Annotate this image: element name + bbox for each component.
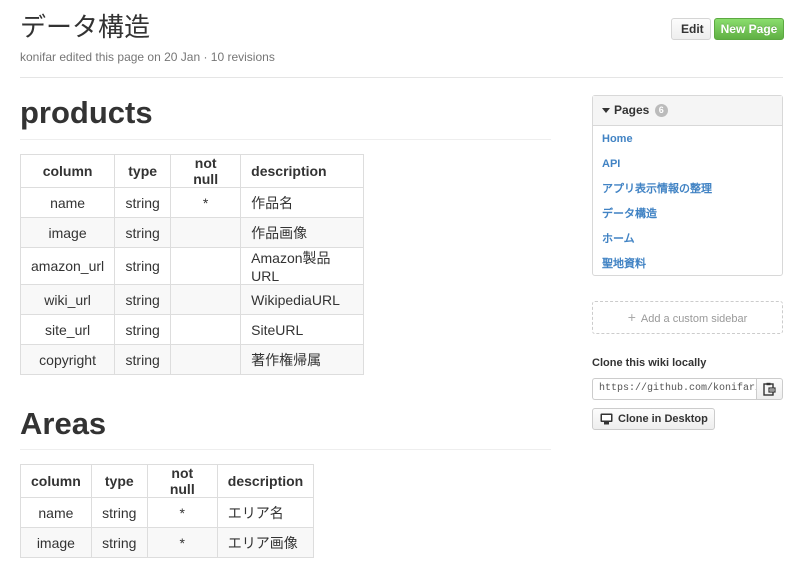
table-cell: image (20, 527, 92, 558)
page-link-api[interactable]: API (593, 152, 782, 177)
table-cell (170, 344, 242, 375)
table-row: amazon_url string Amazon製品URL (19, 247, 365, 285)
clipboard-icon (763, 382, 776, 396)
table-cell: string (114, 217, 172, 248)
table-cell: copyright (19, 344, 116, 375)
add-custom-sidebar-button[interactable]: + Add a custom sidebar (592, 301, 783, 334)
clone-in-desktop-button[interactable]: Clone in Desktop (592, 408, 715, 430)
page-title: データ構造 (20, 12, 151, 42)
table-cell: * (146, 527, 218, 558)
pages-list: Home API アプリ表示情報の整理 データ構造 ホーム 聖地資料 (593, 127, 782, 277)
table-cell: string (90, 527, 148, 558)
table-row: wiki_url string WikipediaURL (19, 284, 365, 315)
table-cell: エリア名 (216, 497, 315, 528)
table-header-cell: column (19, 154, 116, 188)
table-cell: 著作権帰属 (240, 344, 365, 375)
table-header-row: column type not null description (20, 464, 315, 498)
table-row: copyright string 著作権帰属 (19, 344, 365, 375)
table-cell: SiteURL (240, 314, 365, 345)
table-cell: * (170, 187, 242, 218)
areas-heading: Areas (20, 406, 107, 441)
table-cell: amazon_url (19, 247, 116, 285)
table-cell: name (19, 187, 116, 218)
page-link-seichi[interactable]: 聖地資料 (593, 252, 782, 277)
pages-count-badge: 6 (654, 104, 668, 118)
table-row: image string 作品画像 (19, 217, 365, 248)
table-cell: string (114, 344, 172, 375)
table-cell (170, 247, 242, 285)
table-cell: * (146, 497, 218, 528)
table-cell: 作品画像 (240, 217, 365, 248)
table-header-row: column type not null description (19, 154, 365, 188)
new-page-button[interactable]: New Page (714, 18, 784, 40)
caret-down-icon (602, 108, 610, 114)
header-divider (20, 77, 783, 78)
page-link-home-jp[interactable]: ホーム (593, 227, 782, 252)
table-cell: string (114, 284, 172, 315)
table-cell (170, 217, 242, 248)
products-heading-rule (20, 139, 551, 140)
table-cell: name (20, 497, 92, 528)
table-cell: site_url (19, 314, 116, 345)
table-header-cell: type (114, 154, 172, 188)
table-cell (170, 284, 242, 315)
table-header-cell: not null (146, 464, 218, 498)
table-cell: image (19, 217, 116, 248)
page-link-data-structure[interactable]: データ構造 (593, 202, 782, 227)
table-cell: エリア画像 (216, 527, 315, 558)
table-cell: string (90, 497, 148, 528)
pages-toggle[interactable]: Pages 6 (593, 96, 782, 126)
products-table: column type not null description name st… (19, 154, 365, 375)
pages-label: Pages (614, 103, 650, 117)
table-header-cell: column (20, 464, 92, 498)
table-row: name string * エリア名 (20, 497, 315, 528)
table-cell: wiki_url (19, 284, 116, 315)
clone-label: Clone this wiki locally (592, 357, 707, 369)
clone-desktop-label: Clone in Desktop (618, 413, 708, 425)
pages-box: Pages 6 Home API アプリ表示情報の整理 データ構造 ホーム 聖地… (592, 95, 783, 276)
plus-icon: + (627, 309, 636, 325)
table-cell: string (114, 314, 172, 345)
add-sidebar-label: Add a custom sidebar (640, 313, 748, 325)
table-cell: string (114, 187, 172, 218)
table-header-cell: description (216, 464, 315, 498)
page-meta: konifar edited this page on 20 Jan · 10 … (20, 50, 275, 64)
page-link-app-info[interactable]: アプリ表示情報の整理 (593, 177, 782, 202)
table-row: image string * エリア画像 (20, 527, 315, 558)
clone-url-input[interactable]: https://github.com/konifar/ (592, 378, 756, 400)
copy-to-clipboard-button[interactable] (756, 378, 783, 400)
table-header-cell: not null (170, 154, 242, 188)
table-header-cell: type (90, 464, 148, 498)
table-cell: WikipediaURL (240, 284, 365, 315)
table-cell: Amazon製品URL (240, 247, 365, 285)
table-cell: string (114, 247, 172, 285)
table-cell (170, 314, 242, 345)
areas-heading-rule (20, 449, 551, 450)
table-row: site_url string SiteURL (19, 314, 365, 345)
table-row: name string * 作品名 (19, 187, 365, 218)
page-link-home[interactable]: Home (593, 127, 782, 152)
table-header-cell: description (240, 154, 365, 188)
desktop-icon (600, 413, 613, 425)
table-cell: 作品名 (240, 187, 365, 218)
edit-button[interactable]: Edit (671, 18, 711, 40)
products-heading: products (20, 95, 153, 130)
areas-table: column type not null description name st… (20, 464, 315, 558)
